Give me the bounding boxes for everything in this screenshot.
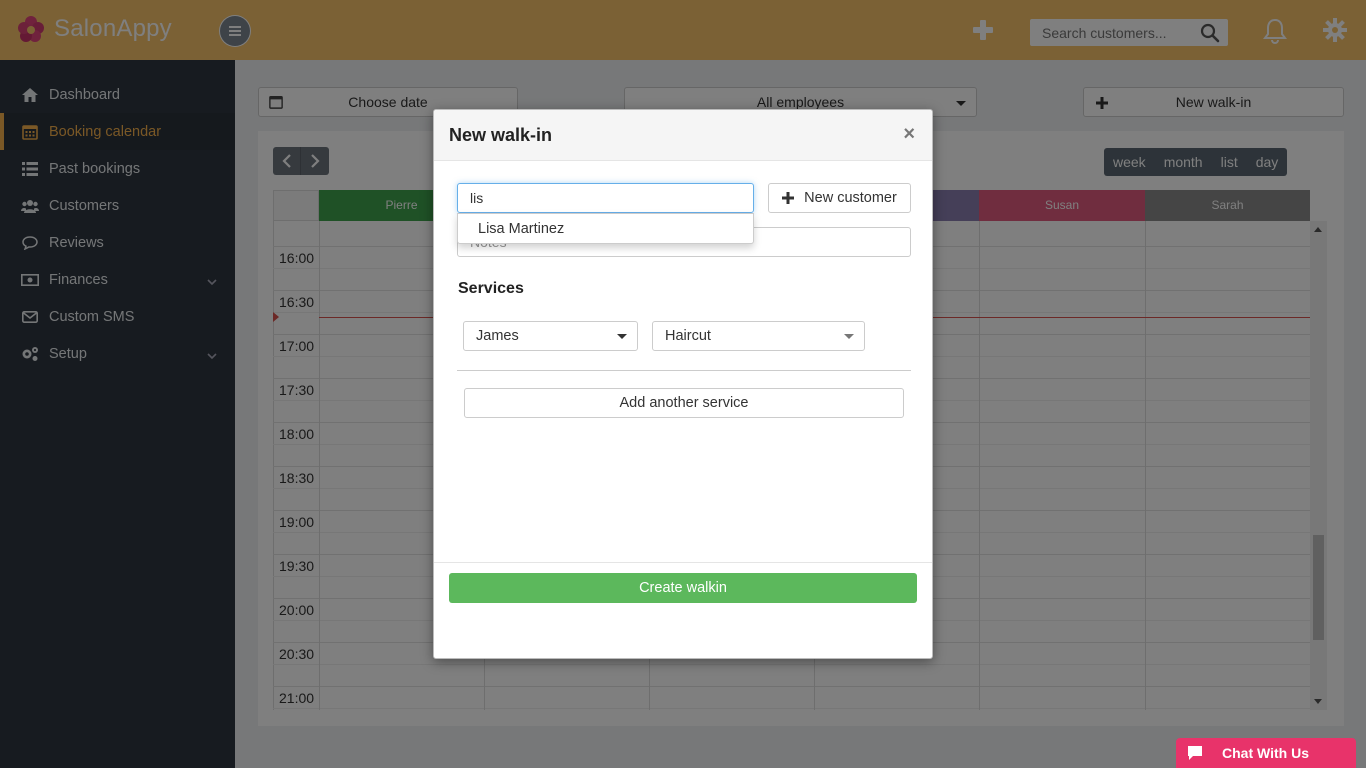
plus-icon (782, 192, 795, 204)
caret-down-icon (844, 334, 854, 339)
caret-down-icon (617, 334, 627, 339)
add-another-service-button[interactable]: Add another service (464, 388, 904, 418)
chat-widget-button[interactable]: Chat With Us (1176, 738, 1356, 768)
new-customer-label: New customer (804, 190, 897, 206)
customer-search-field[interactable] (457, 183, 754, 213)
customer-suggestion-item[interactable]: Lisa Martinez (457, 213, 754, 244)
close-icon[interactable]: × (903, 123, 915, 146)
service-select-value: Haircut (665, 328, 711, 344)
service-select[interactable]: Haircut (652, 321, 865, 351)
create-walkin-button[interactable]: Create walkin (449, 573, 917, 603)
services-heading: Services (458, 280, 524, 297)
new-walkin-modal: New walk-in × Notes New customer Lisa Ma… (433, 109, 933, 659)
divider (457, 370, 911, 371)
modal-footer-divider (434, 562, 932, 563)
new-customer-button[interactable]: New customer (768, 183, 911, 213)
chat-label: Chat With Us (1222, 745, 1309, 761)
employee-select[interactable]: James (463, 321, 638, 351)
modal-header: New walk-in × (434, 110, 932, 161)
modal-title: New walk-in (449, 125, 553, 145)
employee-select-value: James (476, 328, 519, 344)
chat-bubble-icon (1188, 746, 1202, 760)
